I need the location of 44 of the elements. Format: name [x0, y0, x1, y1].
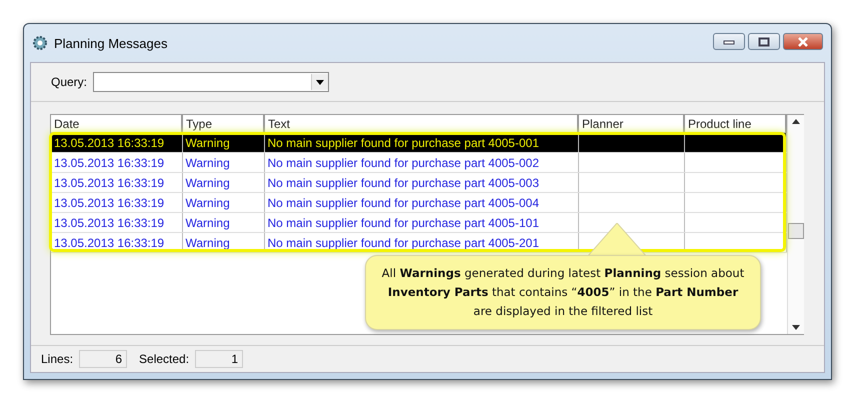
close-button[interactable]	[783, 33, 823, 50]
status-label: Selected:	[139, 352, 190, 366]
callout-pointer	[587, 223, 647, 257]
column-header[interactable]: Product line	[684, 115, 786, 132]
status-value: 6	[79, 350, 128, 368]
table-cell: No main supplier found for purchase part 4005-003	[264, 172, 578, 192]
table-cell: 13.05.2013 16:33:19	[51, 152, 182, 172]
minimize-icon	[723, 38, 735, 44]
table-cell: Warning	[182, 212, 264, 232]
table-row[interactable]: 13.05.2013 16:33:19 Warning No main supplier found for purchase part 4005-004	[51, 192, 786, 212]
table-cell: Warning	[182, 232, 264, 252]
table-cell: No main supplier found for purchase part 4005-201	[264, 232, 578, 252]
dropdown-arrow-icon	[316, 80, 324, 84]
table-cell: Warning	[182, 172, 264, 192]
table-row[interactable]: 13.05.2013 16:33:19 Warning No main supplier found for purchase part 4005-001	[51, 132, 786, 152]
scroll-down-icon[interactable]	[792, 325, 800, 330]
table-cell: 13.05.2013 16:33:19	[51, 212, 182, 232]
table-row[interactable]: 13.05.2013 16:33:19 Warning No main supplier found for purchase part 4005-002	[51, 152, 786, 172]
scroll-up-icon[interactable]	[792, 119, 800, 124]
table-cell: Warning	[182, 192, 264, 212]
table-cell: 13.05.2013 16:33:19	[51, 232, 182, 252]
table-cell: No main supplier found for purchase part 4005-004	[264, 192, 578, 212]
column-header[interactable]: Type	[182, 115, 264, 132]
scrollbar[interactable]	[787, 115, 804, 334]
window-title: Planning Messages	[54, 36, 168, 50]
column-header[interactable]: Planner	[578, 115, 684, 132]
query-label: Query:	[51, 75, 88, 89]
minimize-button[interactable]	[713, 33, 745, 50]
maximize-button[interactable]	[748, 33, 780, 50]
status-label: Lines:	[41, 352, 74, 366]
close-icon	[797, 36, 809, 46]
query-dropdown[interactable]	[93, 72, 330, 92]
column-header[interactable]: Text	[264, 115, 578, 132]
table-row[interactable]: 13.05.2013 16:33:19 Warning No main supplier found for purchase part 4005-003	[51, 172, 786, 192]
table-cell: 13.05.2013 16:33:19	[51, 192, 182, 212]
maximize-icon	[758, 36, 770, 46]
table-cell: No main supplier found for purchase part 4005-002	[264, 152, 578, 172]
app-gear-icon	[32, 35, 48, 51]
table-cell: 13.05.2013 16:33:19	[51, 172, 182, 192]
scroll-thumb[interactable]	[788, 223, 804, 239]
status-value: 1	[195, 350, 244, 368]
table-cell: No main supplier found for purchase part 4005-101	[264, 212, 578, 232]
column-header[interactable]: Date	[51, 115, 182, 132]
table-cell: Warning	[182, 152, 264, 172]
